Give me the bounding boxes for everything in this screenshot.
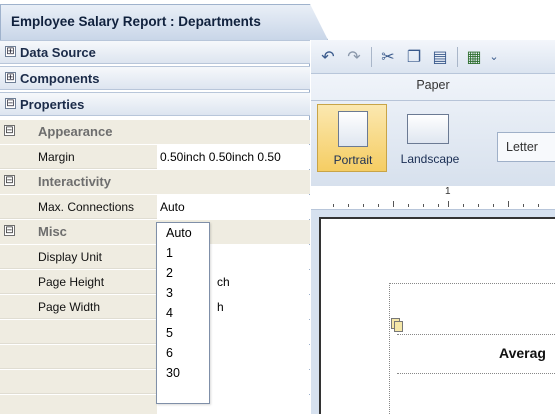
expand-icon[interactable]: ⊞	[5, 72, 16, 83]
empty-row	[0, 345, 310, 369]
design-panel: ↶ ↷ ✂ ❐ ▤ ▦ ⌄ Paper Portrait Landscape L…	[311, 40, 555, 414]
group-interactivity[interactable]: ⊟ Interactivity	[0, 170, 310, 194]
report-tab[interactable]: Employee Salary Report : Departments	[0, 4, 328, 40]
dropdown-option[interactable]: 6	[157, 343, 209, 363]
section-label: Properties	[20, 97, 85, 112]
report-canvas[interactable]: Averag	[319, 217, 555, 414]
prop-name: Page Width	[38, 300, 101, 314]
prop-row-max-connections[interactable]: Max. Connections Auto	[0, 195, 310, 219]
collapse-icon[interactable]: ⊟	[4, 225, 15, 236]
prop-row-margin[interactable]: Margin 0.50inch 0.50inch 0.50	[0, 145, 310, 169]
section-components[interactable]: ⊞ Components	[0, 66, 310, 90]
prop-row-page-width[interactable]: Page Width h	[0, 295, 310, 319]
prop-name: Page Height	[38, 275, 105, 289]
dropdown-option[interactable]: 3	[157, 283, 209, 303]
copy-icon[interactable]: ❐	[403, 46, 425, 68]
table-header-cell[interactable]: Averag	[397, 334, 555, 374]
landscape-button[interactable]: Landscape	[395, 104, 465, 172]
portrait-label: Portrait	[333, 153, 373, 167]
empty-row	[0, 370, 310, 394]
collapse-icon[interactable]: ⊟	[4, 125, 15, 136]
ruler-mark: 1	[445, 186, 451, 197]
max-connections-dropdown[interactable]: Auto 1 2 3 4 5 6 30	[156, 222, 210, 404]
group-label: Appearance	[38, 124, 113, 139]
paper-size-label: Letter	[506, 140, 538, 154]
insert-icon[interactable]: ▦	[463, 46, 485, 68]
prop-row-display-unit[interactable]: Display Unit	[0, 245, 310, 269]
ruler-tick	[408, 204, 409, 207]
ruler-tick	[363, 204, 364, 207]
dropdown-option[interactable]: 4	[157, 303, 209, 323]
title-bar: Employee Salary Report : Departments	[0, 0, 555, 40]
properties-panel: ⊞ Data Source ⊞ Components ⊟ Properties …	[0, 40, 310, 414]
cell-text: Averag	[499, 345, 546, 361]
ruler-tick	[463, 204, 464, 207]
collapse-icon[interactable]: ⊟	[4, 175, 15, 186]
landscape-page-icon	[407, 114, 449, 144]
dropdown-option[interactable]: 30	[157, 363, 209, 383]
landscape-label: Landscape	[400, 152, 460, 166]
group-appearance[interactable]: ⊟ Appearance	[0, 120, 310, 144]
portrait-button[interactable]: Portrait	[317, 104, 387, 172]
dropdown-option[interactable]: 2	[157, 263, 209, 283]
ribbon-divider	[311, 100, 555, 101]
ruler-tick	[438, 204, 439, 207]
ribbon-group-label: Paper	[416, 78, 450, 92]
ruler-tick	[493, 204, 494, 207]
expand-icon[interactable]: ⊞	[5, 46, 16, 57]
undo-icon[interactable]: ↶	[317, 46, 339, 68]
ruler-tick	[478, 204, 479, 207]
ruler: 1	[311, 186, 555, 210]
dropdown-option[interactable]: 1	[157, 243, 209, 263]
paper-size-button[interactable]: Letter	[497, 132, 555, 162]
ruler-tick	[538, 204, 539, 207]
toolbar-separator	[371, 47, 372, 67]
ruler-tick	[448, 201, 449, 207]
dropdown-option[interactable]: 5	[157, 323, 209, 343]
section-properties[interactable]: ⊟ Properties	[0, 92, 310, 116]
portrait-page-icon	[338, 111, 368, 147]
section-data-source[interactable]: ⊞ Data Source	[0, 40, 310, 64]
empty-row	[0, 395, 310, 414]
ruler-tick	[348, 204, 349, 207]
dropdown-option[interactable]: Auto	[157, 223, 209, 243]
paper-ribbon: Paper Portrait Landscape Letter	[311, 74, 555, 194]
toolbar-separator	[457, 47, 458, 67]
report-title: Employee Salary Report : Departments	[11, 14, 261, 29]
paste-icon[interactable]: ▤	[429, 46, 451, 68]
prop-row-page-height[interactable]: Page Height ch	[0, 270, 310, 294]
ruler-tick	[333, 204, 334, 207]
group-label: Misc	[38, 224, 67, 239]
prop-name: Display Unit	[38, 250, 103, 264]
dropdown-arrow-icon[interactable]: ⌄	[483, 46, 505, 68]
section-label: Components	[20, 71, 100, 86]
margin-field[interactable]: 0.50inch 0.50inch 0.50	[157, 145, 310, 169]
section-label: Data Source	[20, 45, 96, 60]
ruler-tick	[378, 204, 379, 207]
prop-name: Max. Connections	[38, 200, 135, 214]
group-label: Interactivity	[38, 174, 111, 189]
redo-icon[interactable]: ↷	[343, 46, 365, 68]
empty-row	[0, 320, 310, 344]
ruler-tick	[508, 201, 509, 207]
page-sheet	[394, 321, 403, 332]
ruler-tick	[393, 201, 394, 207]
pages-icon	[391, 318, 405, 332]
group-misc[interactable]: ⊟ Misc	[0, 220, 310, 244]
toolbar: ↶ ↷ ✂ ❐ ▤ ▦ ⌄	[311, 40, 555, 74]
ruler-tick	[423, 204, 424, 207]
collapse-icon[interactable]: ⊟	[5, 98, 16, 109]
cut-icon[interactable]: ✂	[377, 46, 399, 68]
ruler-tick	[523, 204, 524, 207]
prop-name: Margin	[38, 150, 75, 164]
max-connections-select[interactable]: Auto	[157, 195, 310, 219]
